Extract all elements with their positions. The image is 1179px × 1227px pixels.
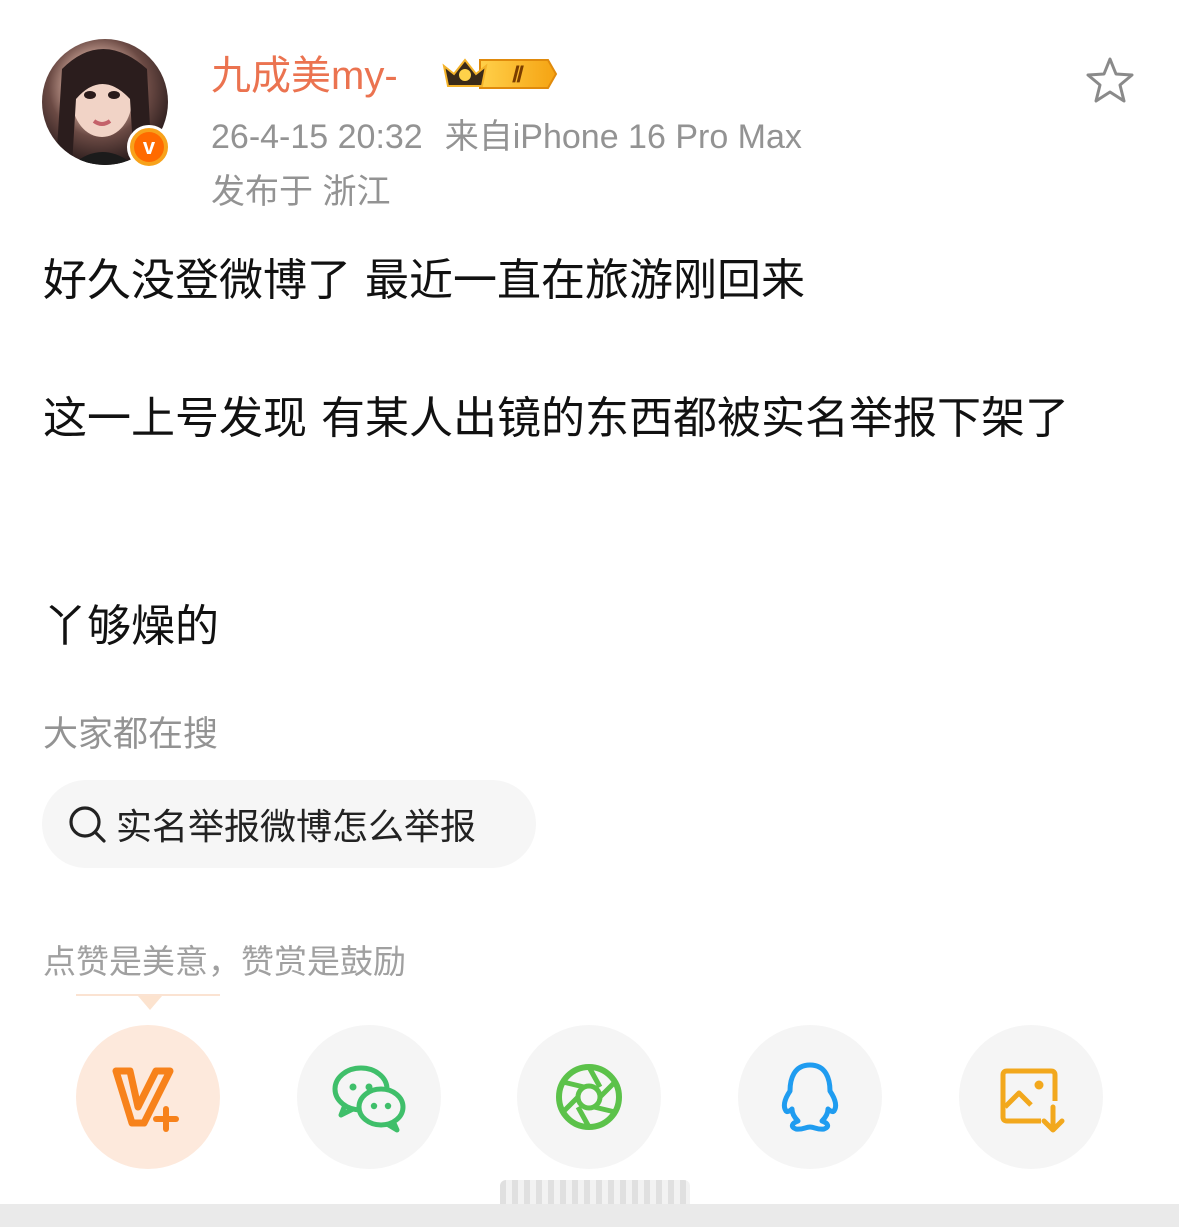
save-image-icon: [1000, 1068, 1065, 1133]
reward-v-plus-button[interactable]: [76, 1025, 220, 1169]
post-paragraph: 丫够燥的: [43, 601, 219, 652]
trending-label: 大家都在搜: [43, 715, 219, 755]
post-location: 发布于 浙江: [211, 173, 391, 211]
trending-search-chip[interactable]: 实名举报微博怎么举报: [42, 780, 536, 868]
verified-icon: v: [127, 125, 171, 169]
reward-pointer: [138, 996, 162, 1010]
author-name[interactable]: 九成美my-: [211, 50, 398, 102]
post-source: 来自iPhone 16 Pro Max: [444, 118, 802, 156]
favorite-star-icon[interactable]: [1085, 56, 1135, 106]
v-plus-icon: [112, 1067, 179, 1132]
post-paragraph: 好久没登微博了 最近一直在旅游刚回来: [43, 255, 805, 306]
wechat-icon: [332, 1065, 406, 1133]
post-paragraph: 这一上号发现 有某人出镜的东西都被实名举报下架了: [43, 393, 1069, 444]
trending-query: 实名举报微博怎么举报: [116, 807, 477, 848]
share-moments-button[interactable]: [517, 1025, 661, 1169]
save-image-button[interactable]: [959, 1025, 1103, 1169]
post-meta: 26-4-15 20:32 来自iPhone 16 Pro Max: [211, 115, 802, 159]
post-timestamp: 26-4-15 20:32: [211, 118, 423, 156]
moments-icon: [556, 1064, 622, 1130]
vip-crown-badge-icon[interactable]: Ⅱ: [440, 54, 558, 94]
share-wechat-button[interactable]: [297, 1025, 441, 1169]
share-qq-button[interactable]: [738, 1025, 882, 1169]
reward-label: 点赞是美意，赞赏是鼓励: [43, 942, 406, 981]
search-icon: [69, 806, 106, 843]
bottom-bar: [0, 1204, 1179, 1227]
qq-icon: [781, 1062, 839, 1132]
